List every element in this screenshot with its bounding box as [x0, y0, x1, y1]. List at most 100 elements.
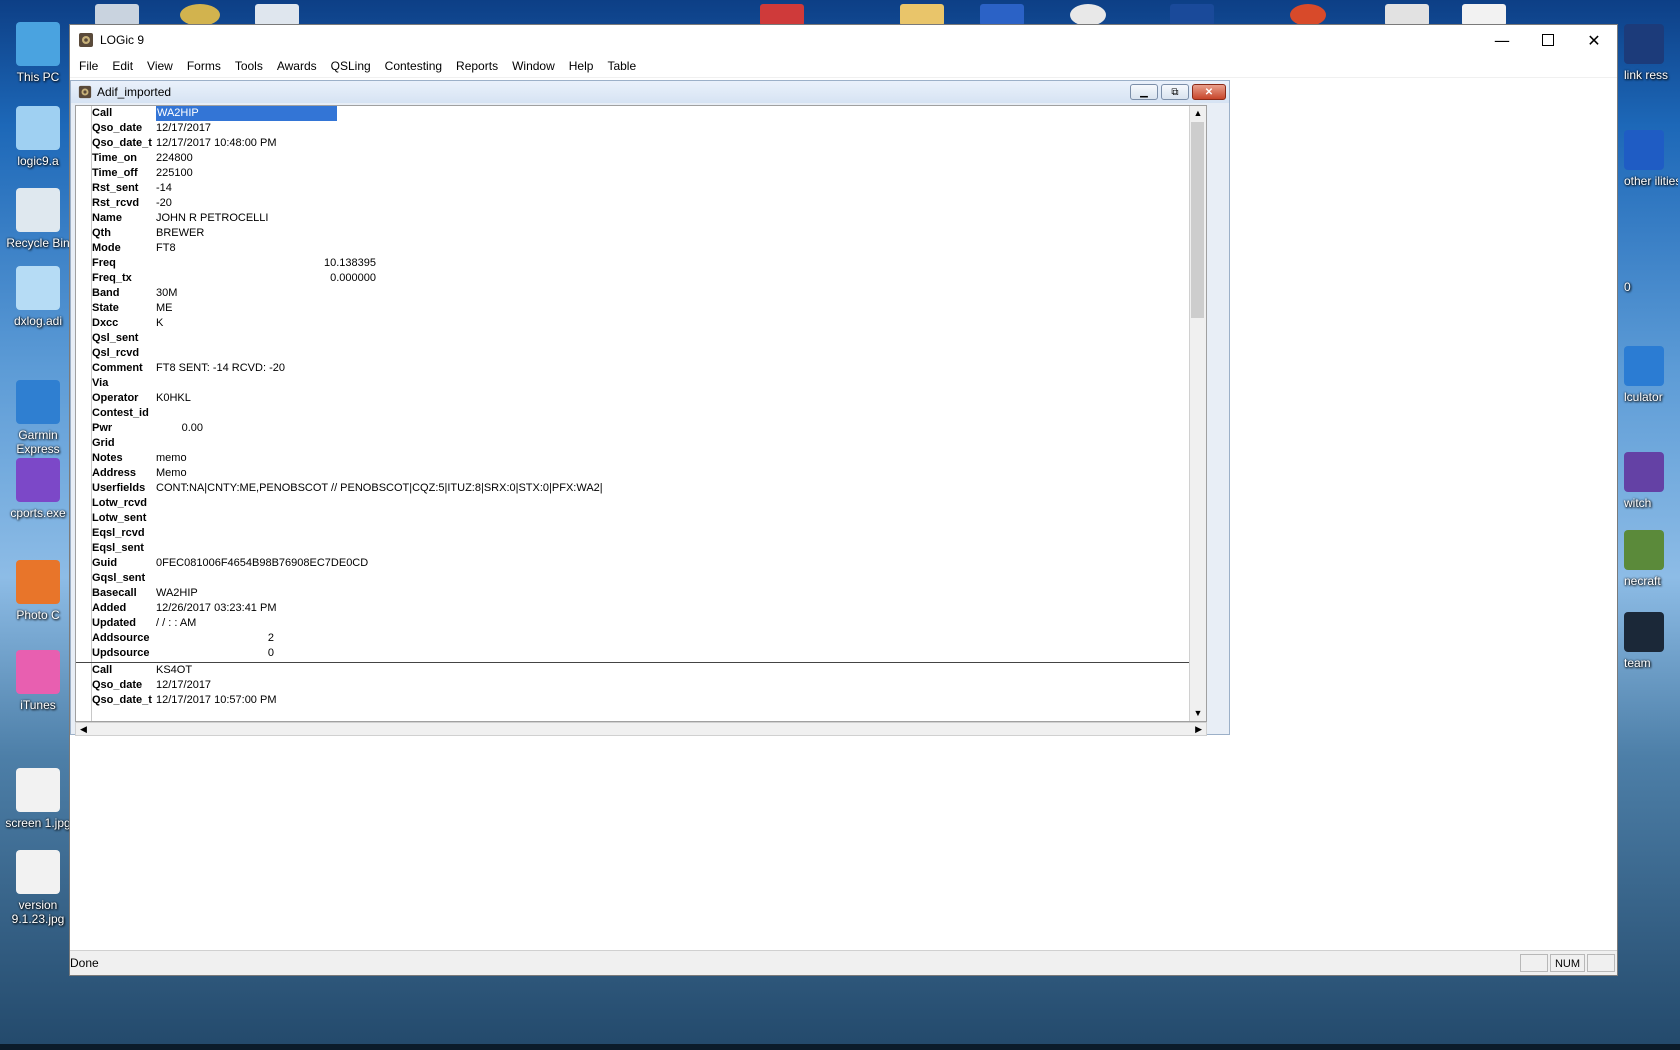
menu-item-file[interactable]: File	[72, 55, 105, 77]
field-value[interactable]: 0.000000	[156, 271, 376, 286]
desktop-icon[interactable]: Photo C	[0, 560, 78, 622]
menu-item-edit[interactable]: Edit	[105, 55, 140, 77]
scroll-thumb[interactable]	[1191, 122, 1204, 318]
desktop-icon[interactable]: logic9.a	[0, 106, 78, 168]
field-row-eqsl_sent: Eqsl_sent	[92, 541, 1206, 556]
field-value[interactable]: 12/17/2017 10:57:00 PM	[156, 693, 276, 708]
field-value[interactable]: memo	[156, 451, 187, 466]
field-row-dxcc: Dxcc K	[92, 316, 1206, 331]
menu-item-help[interactable]: Help	[562, 55, 601, 77]
desktop-icon[interactable]: other ilities	[1612, 130, 1678, 188]
scroll-right-icon[interactable]: ▶	[1195, 724, 1202, 735]
desktop-icon[interactable]: 0	[1612, 280, 1678, 294]
field-label: Operator	[92, 392, 139, 404]
desktop-icon-label: Garmin Express	[16, 428, 60, 456]
app-titlebar[interactable]: LOGic 9 — ✕	[70, 25, 1617, 55]
field-value[interactable]: KS4OT	[156, 663, 192, 678]
field-value[interactable]: K0HKL	[156, 391, 191, 406]
menu-item-forms[interactable]: Forms	[180, 55, 228, 77]
mdi-client-area: Adif_imported ▁ ⧉ ✕ Call WA2HIP Qso_date 12…	[70, 78, 1617, 949]
horizontal-scrollbar[interactable]: ◀ ▶	[75, 722, 1207, 736]
field-value[interactable]: / / : : AM	[156, 616, 196, 631]
desktop-icon[interactable]: version 9.1.23.jpg	[0, 850, 78, 926]
field-row-added: Added 12/26/2017 03:23:41 PM	[92, 601, 1206, 616]
field-value[interactable]: BREWER	[156, 226, 204, 241]
menu-item-awards[interactable]: Awards	[270, 55, 324, 77]
scroll-down-icon[interactable]: ▼	[1190, 706, 1206, 721]
desktop-icon[interactable]: screen 1.jpg	[0, 768, 78, 830]
field-label: Call	[92, 107, 113, 119]
field-row-qso_date: Qso_date 12/17/2017	[92, 121, 1206, 136]
close-button[interactable]: ✕	[1571, 25, 1617, 55]
field-value[interactable]: 2	[156, 631, 274, 646]
field-value[interactable]: 12/26/2017 03:23:41 PM	[156, 601, 276, 616]
desktop-icon-label: version 9.1.23.jpg	[11, 898, 65, 926]
field-value[interactable]: -14	[156, 181, 172, 196]
scroll-left-icon[interactable]: ◀	[80, 724, 87, 735]
scroll-up-icon[interactable]: ▲	[1190, 106, 1206, 121]
field-label: Freq_tx	[92, 272, 132, 284]
field-value[interactable]: FT8	[156, 241, 176, 256]
field-value[interactable]: 0	[156, 646, 274, 661]
desktop-top-icon	[1385, 4, 1429, 26]
menu-item-view[interactable]: View	[140, 55, 180, 77]
menu-item-table[interactable]: Table	[600, 55, 643, 77]
field-value[interactable]: K	[156, 316, 163, 331]
field-value[interactable]: WA2HIP	[156, 586, 198, 601]
desktop-icon[interactable]: iTunes	[0, 650, 78, 712]
menu-item-qsling[interactable]: QSLing	[324, 55, 378, 77]
field-row-lotw_rcvd: Lotw_rcvd	[92, 496, 1206, 511]
field-row-state: State ME	[92, 301, 1206, 316]
field-value[interactable]: 224800	[156, 151, 193, 166]
minimize-button[interactable]: —	[1479, 25, 1525, 55]
field-value[interactable]: 30M	[156, 286, 177, 301]
maximize-button[interactable]	[1525, 25, 1571, 55]
desktop-icon[interactable]: witch	[1612, 452, 1678, 510]
app-icon	[1624, 346, 1664, 386]
field-value[interactable]: ME	[156, 301, 173, 316]
field-value[interactable]: 12/17/2017	[156, 678, 211, 693]
adif-imported-window[interactable]: Adif_imported ▁ ⧉ ✕ Call WA2HIP Qso_date 12…	[70, 80, 1230, 736]
field-value[interactable]: 0FEC081006F4654B98B76908EC7DE0CD	[156, 556, 368, 571]
record-grid[interactable]: Call WA2HIP Qso_date 12/17/2017 Qso_date_t 12…	[75, 105, 1207, 722]
desktop-icon-label: Recycle Bin	[6, 236, 70, 250]
field-label: Notes	[92, 452, 123, 464]
desktop-icon[interactable]: Garmin Express	[0, 380, 78, 456]
child-minimize-button[interactable]: ▁	[1130, 84, 1158, 100]
field-value[interactable]: 225100	[156, 166, 193, 181]
field-value[interactable]: CONT:NA|CNTY:ME,PENOBSCOT // PENOBSCOT|C…	[156, 481, 603, 496]
desktop-icon[interactable]: team	[1612, 612, 1678, 670]
menu-item-reports[interactable]: Reports	[449, 55, 505, 77]
field-value[interactable]: -20	[156, 196, 172, 211]
logic9-window[interactable]: LOGic 9 — ✕ File Edit View Forms Tools Awards…	[69, 24, 1618, 976]
child-titlebar[interactable]: Adif_imported ▁ ⧉ ✕	[71, 81, 1229, 103]
field-value[interactable]: FT8 SENT: -14 RCVD: -20	[156, 361, 285, 376]
field-value[interactable]: Memo	[156, 466, 187, 481]
menu-item-contesting[interactable]: Contesting	[378, 55, 449, 77]
field-value[interactable]: 10.138395	[156, 256, 376, 271]
field-value[interactable]: JOHN R PETROCELLI	[156, 211, 268, 226]
field-value[interactable]: 0.00	[156, 421, 203, 436]
desktop-icon[interactable]: dxlog.adi	[0, 266, 78, 328]
field-value[interactable]: 12/17/2017 10:48:00 PM	[156, 136, 276, 151]
desktop-icon[interactable]: lculator	[1612, 346, 1678, 404]
desktop-icon[interactable]: link ress	[1612, 24, 1678, 82]
desktop-icon[interactable]: cports.exe	[0, 458, 78, 520]
field-value[interactable]: WA2HIP	[156, 106, 337, 121]
child-maximize-button[interactable]: ⧉	[1161, 84, 1189, 100]
field-label: State	[92, 302, 119, 314]
field-row-qso_date_t: Qso_date_t 12/17/2017 10:57:00 PM	[92, 693, 1206, 708]
desktop-icon-label: cports.exe	[10, 506, 66, 520]
field-row-freq: Freq 10.138395	[92, 256, 1206, 271]
desktop-icon[interactable]: Recycle Bin	[0, 188, 78, 250]
menu-item-tools[interactable]: Tools	[228, 55, 270, 77]
field-row-updated: Updated / / : : AM	[92, 616, 1206, 631]
child-close-button[interactable]: ✕	[1192, 84, 1226, 100]
field-value[interactable]: 12/17/2017	[156, 121, 211, 136]
desktop-icon-label: This PC	[16, 70, 60, 84]
menu-item-window[interactable]: Window	[505, 55, 562, 77]
desktop-icon[interactable]: necraft	[1612, 530, 1678, 588]
record-gutter[interactable]	[76, 106, 92, 721]
desktop-icon[interactable]: This PC	[0, 22, 78, 84]
vertical-scrollbar[interactable]: ▲ ▼	[1189, 106, 1206, 721]
